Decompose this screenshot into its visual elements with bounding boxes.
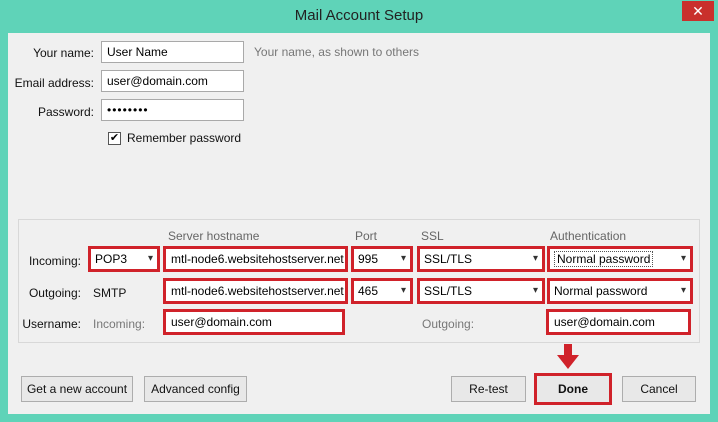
email-address-label: Email address: [14,76,94,90]
incoming-auth-select[interactable]: Normal password ▾ [547,246,693,272]
incoming-auth-value: Normal password [554,251,654,267]
window-title: Mail Account Setup [294,7,424,24]
outgoing-port-select[interactable]: 465 ▾ [351,278,413,304]
outgoing-label: Outgoing: [28,286,81,300]
outgoing-auth-value: Normal password [554,284,648,298]
incoming-username-input[interactable]: user@domain.com [163,309,345,335]
incoming-port-select[interactable]: 995 ▾ [351,246,413,272]
username-outgoing-label: Outgoing: [422,317,475,331]
col-header-auth: Authentication [550,229,627,243]
done-button[interactable]: Done [534,373,612,405]
remember-password-label: Remember password [127,131,242,145]
chevron-down-icon: ▾ [400,253,406,264]
col-header-port: Port [355,229,378,243]
password-label: Password: [37,105,94,119]
outgoing-ssl-value: SSL/TLS [424,284,473,298]
title-bar[interactable]: Mail Account Setup ✕ [0,0,718,33]
cancel-button[interactable]: Cancel [622,376,696,402]
chevron-down-icon: ▾ [680,253,686,264]
incoming-hostname-input[interactable]: mtl-node6.websitehostserver.net [163,246,348,272]
your-name-label: Your name: [33,46,94,60]
dialog-body: Your name: User Name Your name, as shown… [8,33,710,414]
close-icon[interactable]: ✕ [682,1,714,21]
outgoing-username-input[interactable]: user@domain.com [546,309,691,335]
advanced-config-button[interactable]: Advanced config [144,376,247,402]
chevron-down-icon: ▾ [532,285,538,296]
outgoing-protocol: SMTP [93,286,127,300]
your-name-input[interactable]: User Name [101,41,244,63]
incoming-protocol-value: POP3 [95,252,128,266]
chevron-down-icon: ▾ [532,253,538,264]
outgoing-auth-select[interactable]: Normal password ▾ [547,278,693,304]
your-name-hint: Your name, as shown to others [254,45,419,59]
get-new-account-button[interactable]: Get a new account [21,376,133,402]
col-header-ssl: SSL [421,229,444,243]
retest-button[interactable]: Re-test [451,376,526,402]
outgoing-ssl-select[interactable]: SSL/TLS ▾ [417,278,545,304]
incoming-label: Incoming: [28,254,81,268]
remember-password-checkbox[interactable]: ✔ [108,132,121,145]
chevron-down-icon: ▾ [400,285,406,296]
incoming-port-value: 995 [358,252,379,266]
outgoing-hostname-input[interactable]: mtl-node6.websitehostserver.net [163,278,348,304]
chevron-down-icon: ▾ [147,253,153,264]
arrow-down-icon [557,344,579,369]
incoming-protocol-select[interactable]: POP3 ▾ [88,246,160,272]
mail-account-setup-window: Mail Account Setup ✕ Your name: User Nam… [0,0,718,422]
email-address-input[interactable]: user@domain.com [101,70,244,92]
incoming-ssl-select[interactable]: SSL/TLS ▾ [417,246,545,272]
col-header-hostname: Server hostname [168,229,260,243]
outgoing-port-value: 465 [358,284,379,298]
password-input[interactable]: •••••••• [101,99,244,121]
incoming-ssl-value: SSL/TLS [424,252,473,266]
chevron-down-icon: ▾ [680,285,686,296]
username-incoming-label: Incoming: [93,317,146,331]
username-label: Username: [22,317,81,331]
